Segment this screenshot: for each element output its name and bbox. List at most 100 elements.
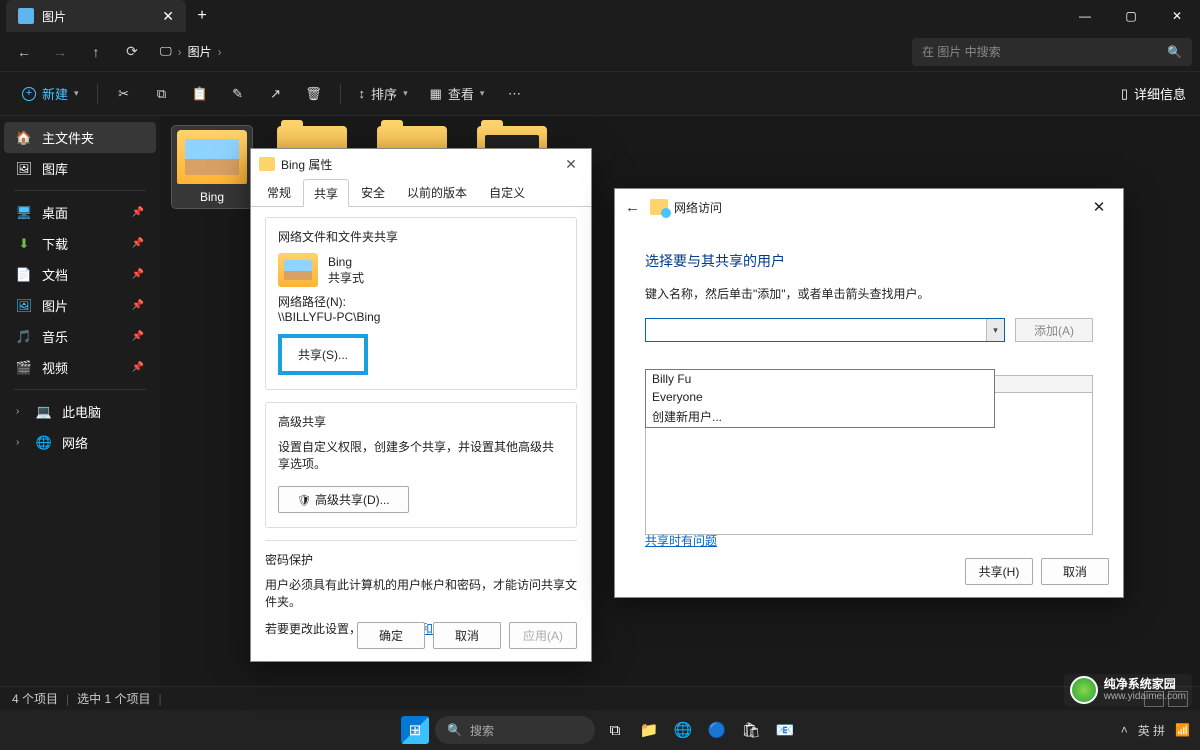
close-icon[interactable]: ✕	[559, 156, 583, 173]
cut-icon: ✂	[118, 86, 129, 102]
breadcrumb[interactable]: 🖵 › 图片 ›	[152, 43, 230, 60]
close-button[interactable]: ✕	[1154, 0, 1200, 32]
tab-general[interactable]: 常规	[257, 179, 301, 206]
tab-close-icon[interactable]: ✕	[162, 8, 174, 25]
cancel-button[interactable]: 取消	[1041, 558, 1109, 585]
sidebar-item-music[interactable]: 🎵音乐📌	[4, 321, 156, 352]
tab-previous-versions[interactable]: 以前的版本	[397, 179, 477, 206]
network-path-label: 网络路径(N):	[278, 293, 564, 310]
selection-count: 选中 1 个项目	[77, 690, 150, 707]
wifi-icon[interactable]: 📶	[1175, 723, 1190, 737]
advanced-share-button[interactable]: 高级共享(D)...	[278, 486, 409, 513]
share-button[interactable]: 共享(S)...	[278, 334, 368, 375]
user-combobox[interactable]: ▾	[645, 318, 1005, 342]
app-button[interactable]: 📧	[771, 716, 799, 744]
more-icon: ⋯	[508, 86, 521, 102]
refresh-button[interactable]: ⟳	[116, 36, 148, 68]
details-pane-button[interactable]: ▯ 详细信息	[1121, 84, 1186, 103]
folder-icon	[278, 253, 318, 287]
close-icon[interactable]: ✕	[1085, 198, 1113, 216]
sharing-problems-link[interactable]: 共享时有问题	[645, 534, 717, 548]
pin-icon: 📌	[132, 300, 144, 311]
view-button[interactable]: ▦ 查看 ▾	[422, 79, 493, 109]
new-button[interactable]: + 新建 ▾	[14, 79, 87, 109]
sidebar-item-videos[interactable]: 🎬视频📌	[4, 352, 156, 383]
sidebar-item-gallery[interactable]: 🖼图库	[4, 153, 156, 184]
start-button[interactable]: ⊞	[401, 716, 429, 744]
tab-share[interactable]: 共享	[303, 179, 349, 207]
search-input[interactable]: 在 图片 中搜索 🔍	[912, 38, 1192, 66]
address-bar: ← → ↑ ⟳ 🖵 › 图片 › 在 图片 中搜索 🔍	[0, 32, 1200, 72]
explorer-button[interactable]: 📁	[635, 716, 663, 744]
watermark-logo-icon	[1070, 676, 1098, 704]
details-icon: ▯	[1121, 86, 1128, 102]
downloads-icon: ⬇	[16, 236, 32, 252]
pin-icon: 📌	[132, 207, 144, 218]
watermark: 纯净系统家园 www.yidaimei.com	[1064, 674, 1192, 706]
sidebar-item-thispc[interactable]: ›💻此电脑	[4, 396, 156, 427]
sidebar-item-documents[interactable]: 📄文档📌	[4, 259, 156, 290]
system-tray[interactable]: ˄ 英 拼 📶	[1121, 722, 1190, 739]
chevron-right-icon: ›	[16, 406, 26, 417]
maximize-button[interactable]: ▢	[1108, 0, 1154, 32]
cancel-button[interactable]: 取消	[433, 622, 501, 649]
delete-button[interactable]: 🗑	[298, 79, 330, 109]
pictures-icon: 🖼	[16, 298, 32, 314]
rename-button[interactable]: ✎	[222, 79, 254, 109]
sidebar-item-network[interactable]: ›🌐网络	[4, 427, 156, 458]
app-button[interactable]: 🌐	[669, 716, 697, 744]
dropdown-button[interactable]: ▾	[986, 319, 1004, 341]
share-button[interactable]: 共享(H)	[965, 558, 1033, 585]
copy-button[interactable]: ⧉	[146, 79, 178, 109]
plus-icon: +	[22, 87, 36, 101]
user-input[interactable]	[646, 319, 986, 341]
sidebar-item-downloads[interactable]: ⬇下载📌	[4, 228, 156, 259]
breadcrumb-item[interactable]: 图片	[188, 43, 212, 60]
share-folder-name: Bing	[328, 255, 364, 269]
sidebar-item-pictures[interactable]: 🖼图片📌	[4, 290, 156, 321]
copy-icon: ⧉	[157, 86, 166, 102]
cut-button[interactable]: ✂	[108, 79, 140, 109]
forward-button[interactable]: →	[44, 36, 76, 68]
dropdown-option[interactable]: Billy Fu	[646, 370, 994, 388]
back-button[interactable]: ←	[8, 36, 40, 68]
apply-button[interactable]: 应用(A)	[509, 622, 577, 649]
window-tab[interactable]: 图片 ✕	[6, 0, 186, 32]
new-tab-button[interactable]: +	[186, 7, 218, 25]
pin-icon: 📌	[132, 269, 144, 280]
network-access-icon	[650, 199, 668, 215]
taskbar-search[interactable]: 🔍搜索	[435, 716, 595, 744]
ime-indicator[interactable]: 英 拼	[1138, 722, 1165, 739]
dropdown-option[interactable]: Everyone	[646, 388, 994, 406]
chevron-up-icon[interactable]: ˄	[1121, 723, 1128, 737]
share-button[interactable]: ↗	[260, 79, 292, 109]
sidebar-item-desktop[interactable]: 🖥桌面📌	[4, 197, 156, 228]
folder-bing[interactable]: Bing	[172, 126, 252, 208]
taskview-button[interactable]: ⧉	[601, 716, 629, 744]
store-button[interactable]: 🛍	[737, 716, 765, 744]
ok-button[interactable]: 确定	[357, 622, 425, 649]
minimize-button[interactable]: —	[1062, 0, 1108, 32]
music-icon: 🎵	[16, 329, 32, 345]
edge-button[interactable]: 🔵	[703, 716, 731, 744]
up-button[interactable]: ↑	[80, 36, 112, 68]
paste-button[interactable]: 📋	[184, 79, 216, 109]
chevron-right-icon: ›	[218, 45, 222, 59]
paste-icon: 📋	[191, 86, 207, 102]
sidebar-item-home[interactable]: 🏠主文件夹	[4, 122, 156, 153]
dropdown-option[interactable]: 创建新用户...	[646, 406, 994, 427]
back-button[interactable]: ←	[625, 199, 640, 216]
dialog-header: ← 网络访问 ✕	[615, 189, 1123, 225]
tab-security[interactable]: 安全	[351, 179, 395, 206]
taskbar: ⊞ 🔍搜索 ⧉ 📁 🌐 🔵 🛍 📧 ˄ 英 拼 📶	[0, 710, 1200, 750]
properties-dialog: Bing 属性 ✕ 常规 共享 安全 以前的版本 自定义 网络文件和文件夹共享 …	[250, 148, 592, 662]
dialog-titlebar[interactable]: Bing 属性 ✕	[251, 149, 591, 179]
share-icon: ↗	[270, 86, 281, 102]
sort-button[interactable]: ↕ 排序 ▾	[351, 79, 416, 109]
add-button[interactable]: 添加(A)	[1015, 318, 1093, 342]
divider	[340, 84, 341, 104]
trash-icon: 🗑	[305, 86, 322, 102]
more-button[interactable]: ⋯	[498, 79, 530, 109]
item-count: 4 个项目	[12, 690, 58, 707]
tab-customize[interactable]: 自定义	[479, 179, 535, 206]
